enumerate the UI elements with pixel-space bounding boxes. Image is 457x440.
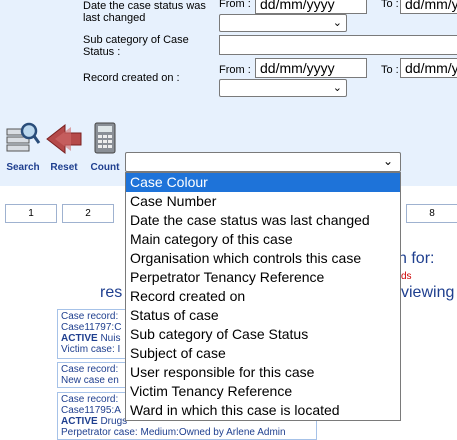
case-status-line: ACTIVE Nuis bbox=[61, 333, 121, 344]
calculator-icon bbox=[94, 122, 116, 154]
reset-button[interactable]: Reset bbox=[44, 121, 84, 173]
created-date-preset-select[interactable]: ⌄ bbox=[219, 79, 347, 97]
results-heading-fragment: n for: bbox=[398, 250, 435, 267]
created-to-date-input[interactable]: dd/mm/yyyy bbox=[400, 58, 457, 78]
subcategory-select[interactable] bbox=[219, 35, 457, 55]
results-subheading-left: res bbox=[100, 284, 123, 301]
count-caption: Count bbox=[90, 162, 120, 173]
record-created-label: Record created on : bbox=[83, 72, 180, 84]
reset-arrow-icon bbox=[46, 123, 82, 155]
created-from-date-input[interactable]: dd/mm/yyyy bbox=[255, 58, 367, 78]
page-8-link[interactable]: 8 bbox=[406, 204, 457, 223]
case-link[interactable]: New case en bbox=[61, 375, 133, 386]
to-label-1: To : bbox=[381, 0, 399, 10]
option-case-colour[interactable]: Case Colour bbox=[126, 173, 400, 192]
red-text-fragment: ds bbox=[401, 271, 412, 282]
chevron-down-icon: ⌄ bbox=[383, 154, 394, 168]
option-victim-tenancy[interactable]: Victim Tenancy Reference bbox=[126, 382, 400, 401]
search-caption: Search bbox=[6, 162, 40, 173]
option-subject[interactable]: Subject of case bbox=[126, 344, 400, 363]
status-changed-label: Date the case status was last changed bbox=[83, 0, 206, 24]
option-perpetrator-tenancy[interactable]: Perpetrator Tenancy Reference bbox=[126, 268, 400, 287]
option-case-number[interactable]: Case Number bbox=[126, 192, 400, 211]
count-button[interactable]: Count bbox=[86, 121, 124, 173]
sort-by-options-list: Case Colour Case Number Date the case st… bbox=[125, 172, 401, 421]
results-subheading-right: viewing bbox=[401, 284, 455, 301]
option-status-of-case[interactable]: Status of case bbox=[126, 306, 400, 325]
case-detail: Perpetrator case: Medium:Owned by Arlene… bbox=[61, 427, 286, 438]
option-user-responsible[interactable]: User responsible for this case bbox=[126, 363, 400, 382]
status-date-preset-select[interactable]: ⌄ bbox=[219, 14, 347, 32]
subcategory-label: Sub category of Case Status : bbox=[83, 34, 189, 58]
status-from-date-input[interactable]: dd/mm/yyyy bbox=[255, 0, 367, 14]
sort-by-select[interactable] bbox=[125, 152, 401, 172]
case-record-label: Case record: bbox=[61, 364, 119, 375]
case-record-label: Case record: bbox=[61, 311, 119, 322]
from-label-1: From : bbox=[219, 0, 251, 10]
option-ward[interactable]: Ward in which this case is located bbox=[126, 401, 400, 420]
option-main-category[interactable]: Main category of this case bbox=[126, 230, 400, 249]
search-button[interactable]: Search bbox=[4, 121, 42, 173]
status-to-date-input[interactable]: dd/mm/yyyy bbox=[400, 0, 457, 14]
option-date-status-changed[interactable]: Date the case status was last changed bbox=[126, 211, 400, 230]
reset-caption: Reset bbox=[50, 162, 78, 173]
option-record-created[interactable]: Record created on bbox=[126, 287, 400, 306]
option-organisation[interactable]: Organisation which controls this case bbox=[126, 249, 400, 268]
to-label-2: To : bbox=[381, 64, 399, 76]
case-link[interactable]: Case11797:C bbox=[61, 322, 133, 333]
page-2-link[interactable]: 2 bbox=[62, 204, 114, 223]
case-detail: Victim case: I bbox=[61, 344, 121, 355]
from-label-2: From : bbox=[219, 64, 251, 76]
chevron-down-icon: ⌄ bbox=[332, 82, 342, 94]
page-1-link[interactable]: 1 bbox=[5, 204, 57, 223]
chevron-down-icon: ⌄ bbox=[332, 17, 342, 29]
option-sub-category[interactable]: Sub category of Case Status bbox=[126, 325, 400, 344]
search-icon bbox=[6, 122, 41, 152]
